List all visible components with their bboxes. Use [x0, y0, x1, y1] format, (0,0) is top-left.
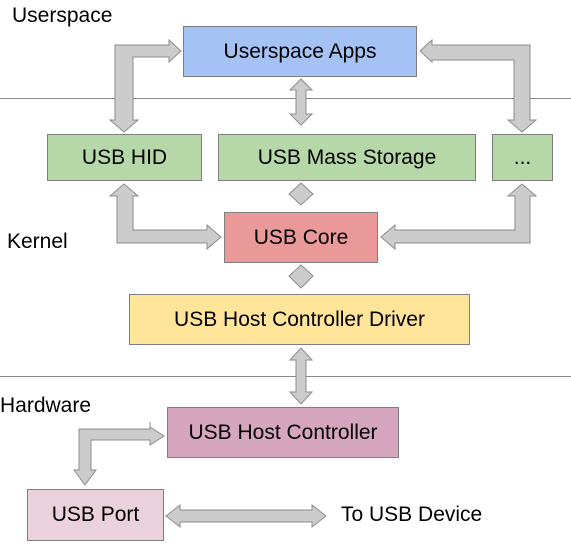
- other-drivers-box: ...: [492, 134, 553, 181]
- usb-port-label: USB Port: [51, 503, 140, 526]
- usb-host-controller-driver-box: USB Host Controller Driver: [129, 294, 470, 345]
- usb-host-controller-label: USB Host Controller: [188, 420, 378, 444]
- arrow-hcd-to-host-controller: [288, 347, 314, 405]
- other-drivers-label: ...: [513, 145, 532, 169]
- usb-hid-label: USB HID: [81, 145, 168, 169]
- arrow-core-to-hcd: [288, 264, 314, 289]
- userspace-apps-box: Userspace Apps: [183, 26, 417, 77]
- arrow-other-to-core: [380, 183, 538, 251]
- usb-core-label: USB Core: [253, 225, 349, 249]
- arrow-hid-to-core: [108, 183, 222, 251]
- arrow-apps-to-other: [419, 38, 538, 133]
- usb-mass-storage-label: USB Mass Storage: [257, 145, 437, 169]
- usb-port-box: USB Port: [27, 489, 164, 541]
- to-usb-device-label: To USB Device: [341, 503, 483, 526]
- arrow-apps-to-mass-storage: [288, 78, 314, 126]
- usb-host-controller-box: USB Host Controller: [167, 407, 399, 458]
- usb-hid-box: USB HID: [47, 134, 202, 181]
- arrow-hid-to-apps: [108, 38, 182, 133]
- arrow-mass-storage-to-core: [288, 182, 314, 206]
- connection-arrows: [73, 38, 538, 529]
- arrow-port-to-device: [165, 503, 327, 529]
- arrow-host-controller-to-port: [73, 422, 165, 486]
- userspace-apps-label: Userspace Apps: [223, 39, 377, 63]
- usb-core-box: USB Core: [224, 212, 378, 263]
- usb-mass-storage-box: USB Mass Storage: [218, 134, 476, 181]
- usb-host-controller-driver-label: USB Host Controller Driver: [174, 307, 425, 331]
